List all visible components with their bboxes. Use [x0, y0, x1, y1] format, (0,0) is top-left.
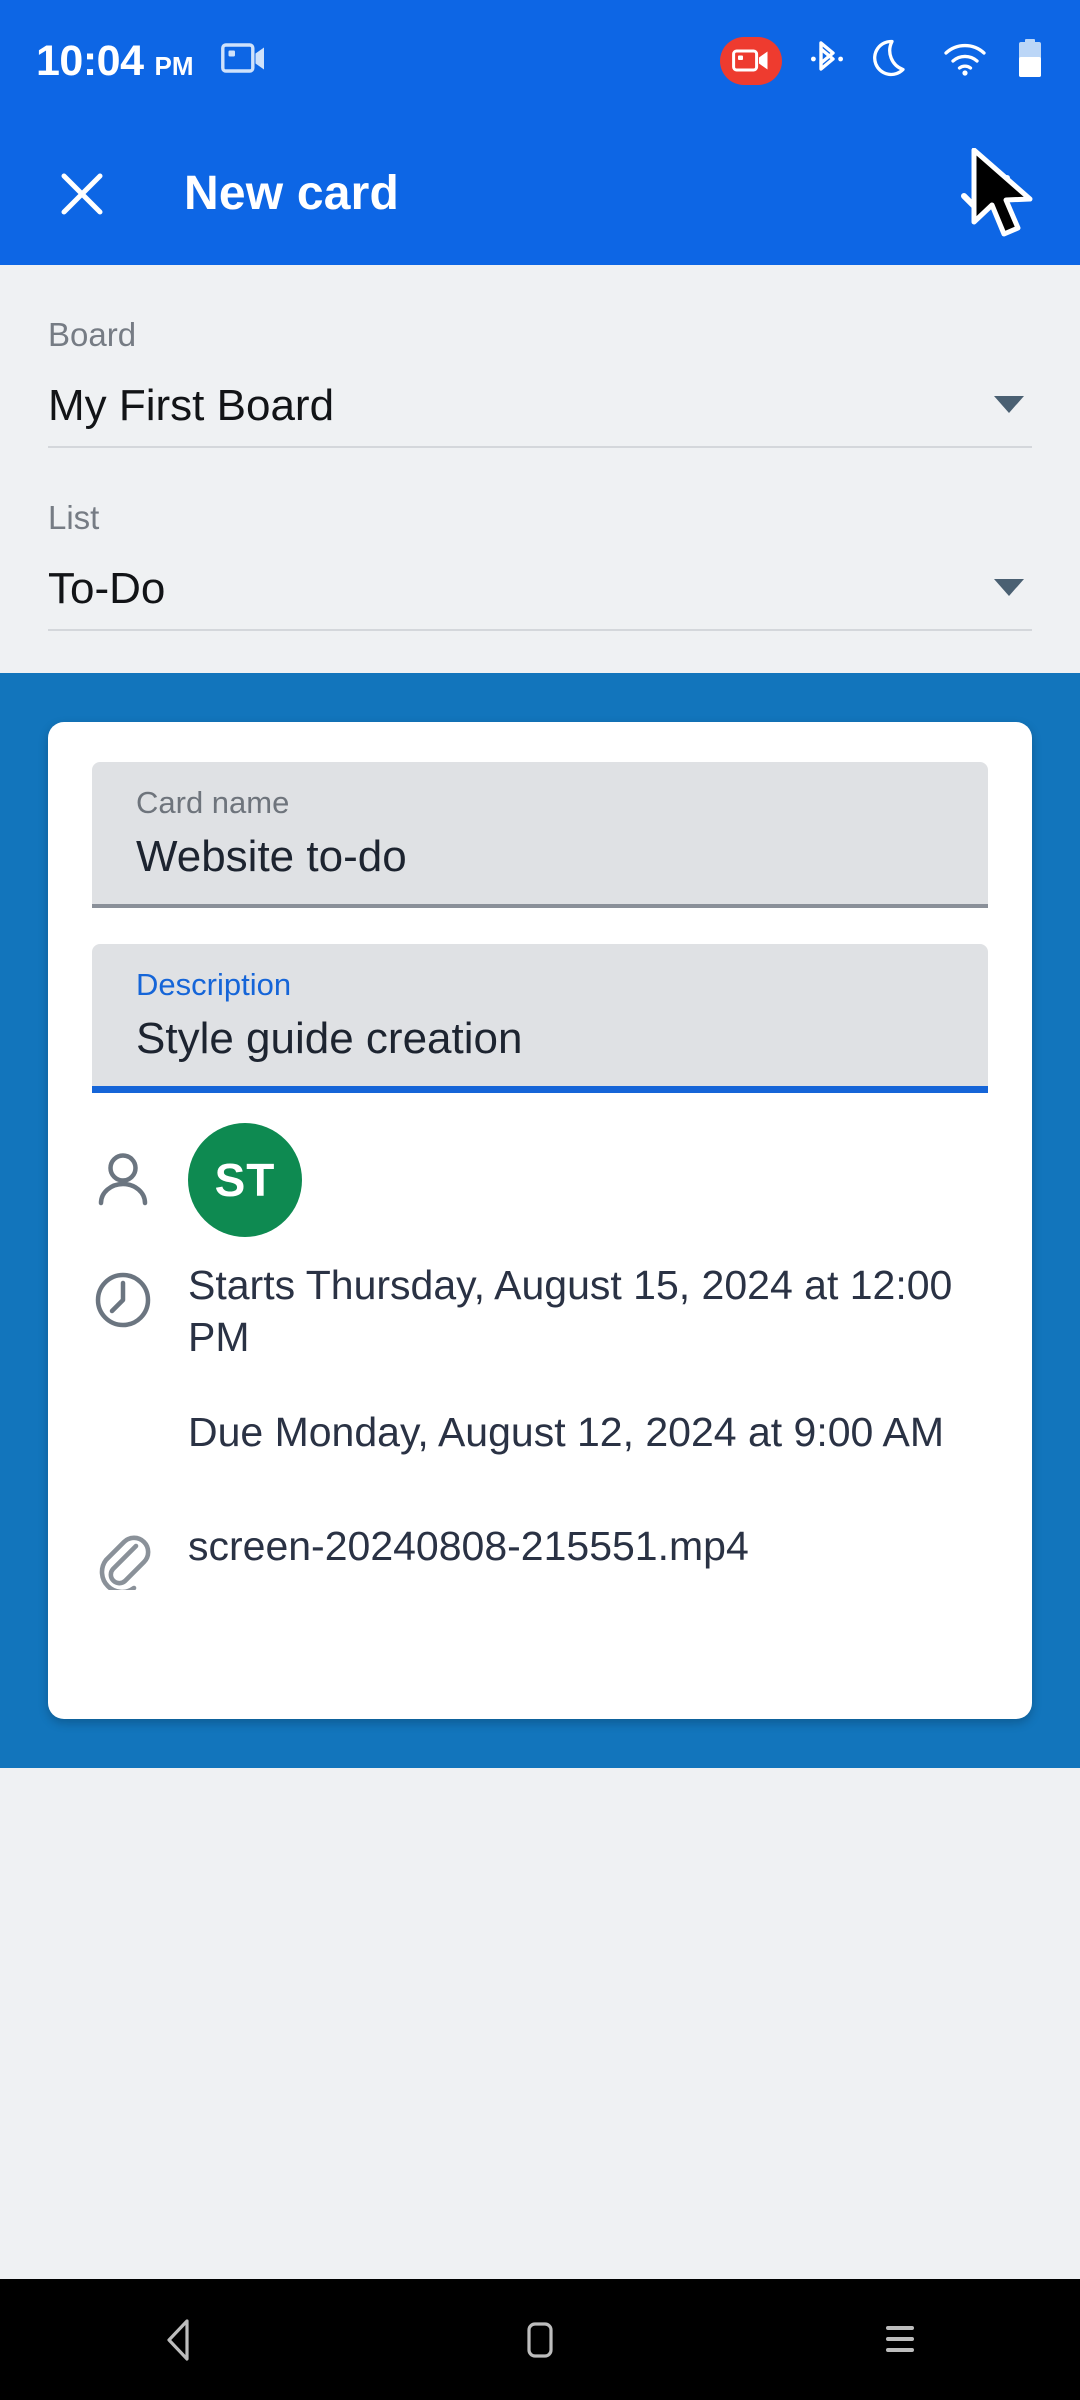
card-name-value: Website to-do — [136, 832, 407, 882]
description-value: Style guide creation — [136, 1014, 523, 1064]
dates-row[interactable]: Starts Thursday, August 15, 2024 at 12:0… — [92, 1259, 988, 1457]
status-bar: 10:04 PM — [0, 0, 1080, 122]
description-underline — [92, 1086, 988, 1094]
list-value: To-Do — [48, 564, 166, 614]
home-square-icon — [527, 2321, 553, 2358]
board-list-section: Board My First Board List To-Do — [0, 265, 1080, 673]
close-button[interactable] — [54, 166, 110, 222]
paperclip-icon — [92, 1522, 188, 1590]
recents-menu-icon — [886, 2325, 914, 2352]
empty-area — [0, 1768, 1080, 2279]
field-gap — [92, 908, 988, 944]
nav-back-button[interactable] — [100, 2279, 260, 2400]
due-date: Due Monday, August 12, 2024 at 9:00 AM — [188, 1408, 944, 1455]
chevron-down-icon — [992, 576, 1026, 603]
card-name-label: Card name — [136, 785, 290, 820]
save-button[interactable] — [950, 159, 1020, 229]
close-icon — [61, 173, 103, 214]
chevron-down-icon — [992, 393, 1026, 420]
members-row[interactable]: ST — [92, 1123, 988, 1238]
status-time: 10:04 — [36, 36, 144, 85]
screen-record-icon — [720, 37, 782, 85]
board-field[interactable]: Board My First Board — [48, 265, 1032, 448]
bluetooth-icon — [810, 37, 844, 86]
page-title: New card — [184, 167, 400, 220]
back-triangle-icon — [167, 2318, 189, 2361]
check-icon — [961, 174, 1010, 213]
status-bar-clock: 10:04 PM — [36, 36, 194, 85]
nav-recents-button[interactable] — [820, 2279, 980, 2400]
status-bar-icons — [720, 37, 1044, 86]
attachment-filename[interactable]: screen-20240808-215551.mp4 — [188, 1522, 988, 1571]
battery-icon — [1016, 37, 1044, 86]
card-preview-section: Card name Website to-do Description Styl… — [0, 673, 1080, 1768]
list-field[interactable]: List To-Do — [48, 448, 1032, 631]
attachment-content: screen-20240808-215551.mp4 — [188, 1522, 988, 1571]
list-label: List — [48, 498, 100, 536]
attachment-row[interactable]: screen-20240808-215551.mp4 — [92, 1522, 988, 1590]
avatar[interactable]: ST — [188, 1123, 302, 1238]
description-input[interactable]: Description Style guide creation — [92, 944, 988, 1087]
board-select[interactable]: My First Board — [48, 365, 1032, 448]
card-detail-panel: Card name Website to-do Description Styl… — [48, 722, 1032, 1719]
nav-home-button[interactable] — [460, 2279, 620, 2400]
members-list: ST — [188, 1123, 988, 1238]
clock-icon — [92, 1259, 188, 1331]
board-value: My First Board — [48, 381, 335, 431]
card-name-input[interactable]: Card name Website to-do — [92, 762, 988, 905]
screen-cast-icon — [221, 42, 267, 81]
description-field[interactable]: Description Style guide creation — [92, 944, 988, 1094]
app-bar: New card — [0, 122, 1080, 265]
card-name-field[interactable]: Card name Website to-do — [92, 762, 988, 909]
list-select[interactable]: To-Do — [48, 548, 1032, 631]
phone-screen: 10:04 PM New card Board My First Board L… — [0, 0, 1080, 2400]
person-icon — [92, 1123, 188, 1237]
dates-content: Starts Thursday, August 15, 2024 at 12:0… — [188, 1259, 988, 1457]
status-ampm: PM — [154, 50, 194, 81]
board-label: Board — [48, 316, 137, 353]
android-nav-bar — [0, 2279, 1080, 2400]
start-date: Starts Thursday, August 15, 2024 at 12:0… — [188, 1262, 953, 1361]
description-label: Description — [136, 967, 292, 1003]
wifi-icon — [942, 41, 988, 82]
do-not-disturb-moon-icon — [872, 37, 914, 86]
